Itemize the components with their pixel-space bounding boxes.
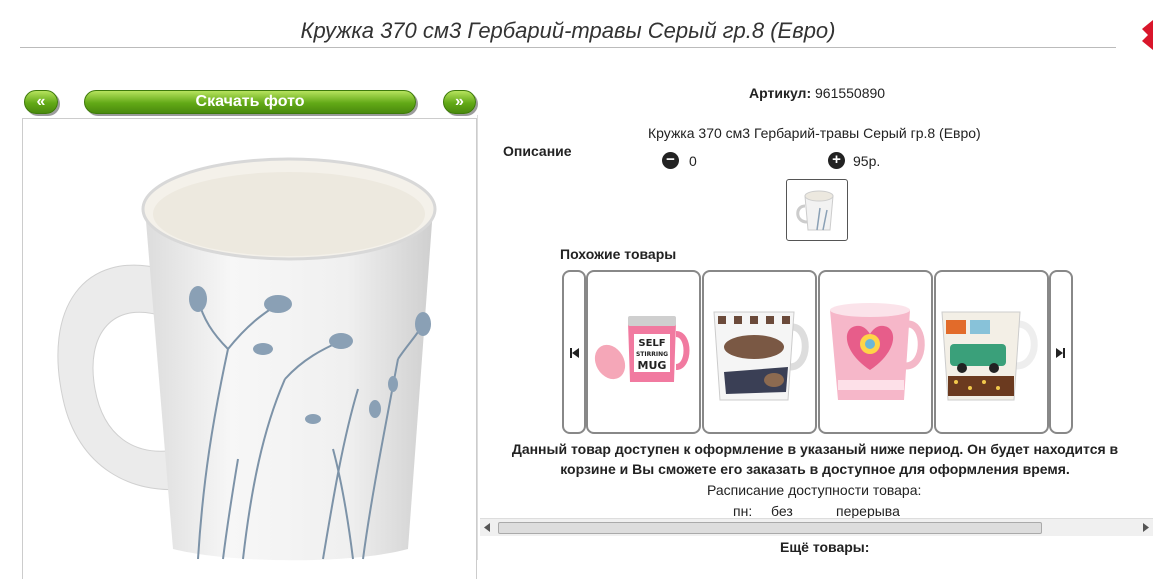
similar-next-button[interactable]: [1049, 270, 1073, 434]
mug-image: [57, 157, 437, 561]
prev-photo-button[interactable]: «: [24, 90, 58, 114]
decrease-quantity-button[interactable]: −: [662, 152, 679, 169]
similar-prev-button[interactable]: [562, 270, 586, 434]
similar-item-car-print[interactable]: [934, 270, 1049, 434]
download-photo-button[interactable]: Скачать фото: [84, 90, 416, 114]
description-label: Описание: [503, 143, 572, 159]
scroll-left-icon[interactable]: [483, 523, 491, 532]
schedule-from: без: [771, 503, 793, 519]
skip-back-icon: [570, 348, 579, 358]
quantity-value: 0: [689, 153, 697, 169]
skip-forward-icon: [1056, 348, 1065, 358]
page-title: Кружка 370 см3 Гербарий-травы Серый гр.8…: [300, 18, 836, 43]
article-row: Артикул: 961550890: [749, 85, 885, 101]
schedule-to: перерыва: [836, 503, 900, 519]
similar-item-self-stirring[interactable]: SELF STIRRING MUG: [586, 270, 701, 434]
similar-heading: Похожие товары: [560, 246, 677, 262]
car-print-mug-image: [941, 311, 1038, 401]
mug-print-self: SELF: [638, 338, 665, 349]
similar-item-chocolate[interactable]: [702, 270, 817, 434]
similar-item-pink-heart[interactable]: [818, 270, 933, 434]
product-photo: [22, 118, 477, 579]
horizontal-scrollbar[interactable]: [480, 518, 1153, 536]
more-heading: Ещё товары:: [780, 539, 870, 555]
mug-print-stirring: STIRRING: [636, 351, 668, 358]
self-stirring-mug-image: SELF STIRRING MUG: [594, 316, 690, 382]
article-label: Артикул:: [749, 85, 812, 101]
increase-quantity-button[interactable]: +: [828, 152, 845, 169]
availability-line-2: корзине и Вы сможете его заказать в дост…: [560, 461, 1070, 477]
article-value: 961550890: [815, 85, 886, 101]
product-thumbnail[interactable]: [786, 179, 848, 241]
next-photo-button[interactable]: »: [443, 90, 476, 114]
schedule-day: пн:: [733, 503, 753, 519]
thumbnail-mug-image: [796, 190, 834, 231]
pink-heart-mug-image: [830, 303, 925, 400]
scroll-right-icon[interactable]: [1142, 523, 1150, 532]
price-value: 95р.: [853, 153, 881, 169]
title-divider: [20, 47, 1116, 48]
close-icon[interactable]: [1140, 20, 1153, 50]
chocolate-mug-image: [713, 311, 809, 401]
availability-line-1: Данный товар доступен к оформление в ука…: [511, 441, 1119, 457]
scrollbar-thumb[interactable]: [498, 522, 1042, 534]
mug-print-mug: MUG: [638, 359, 667, 372]
description-text: Кружка 370 см3 Гербарий-травы Серый гр.8…: [648, 125, 981, 141]
schedule-title: Расписание доступности товара:: [707, 482, 922, 498]
column-divider: [477, 115, 478, 560]
